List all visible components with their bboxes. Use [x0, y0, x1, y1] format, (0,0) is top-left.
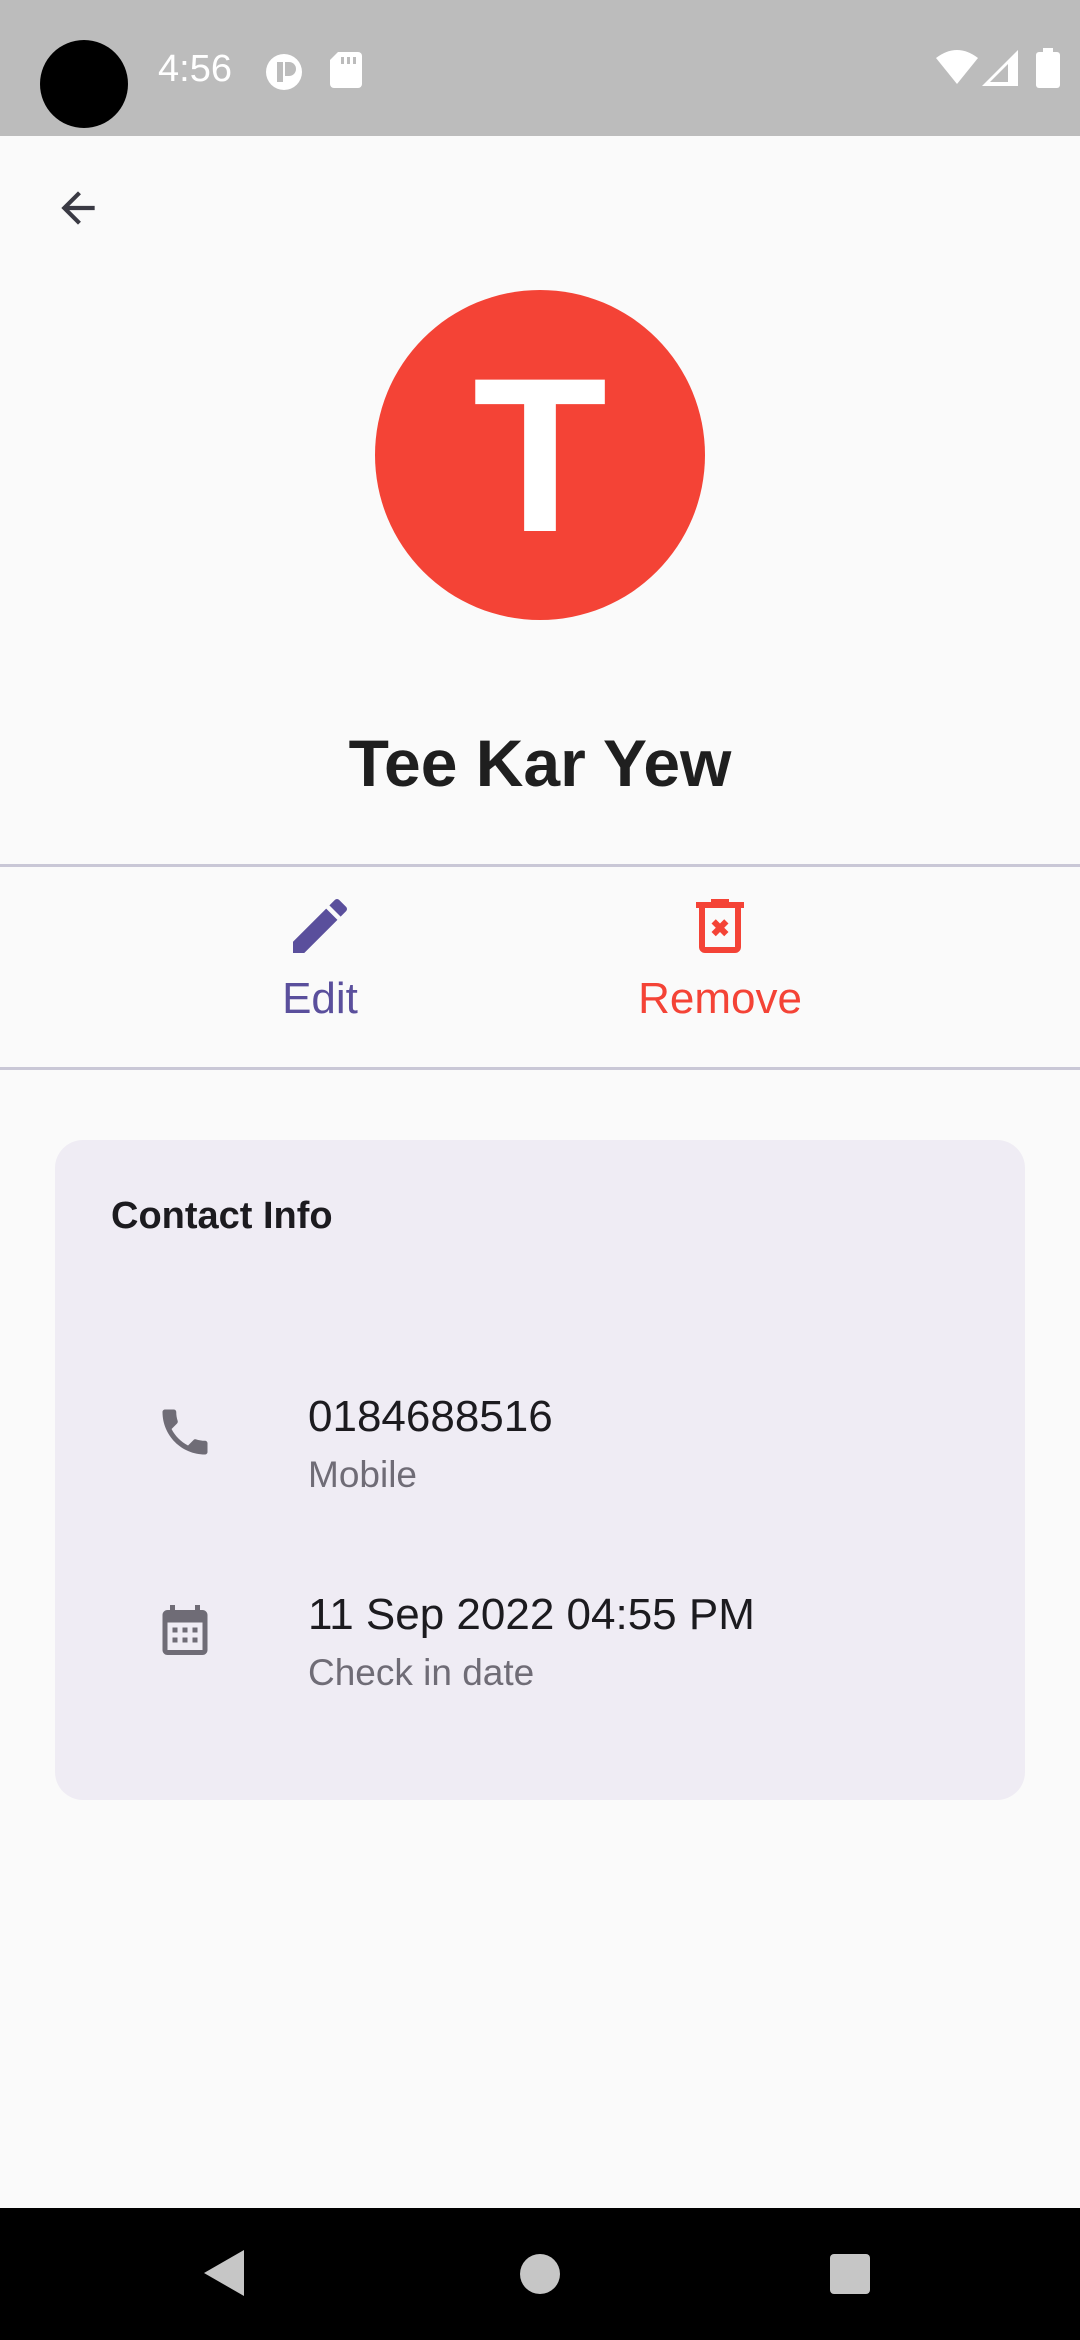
calendar-icon — [162, 1605, 208, 1655]
info-row-phone[interactable]: 0184688516 Mobile — [55, 1392, 1025, 1522]
signal-icon — [982, 50, 1018, 91]
checkin-label: Check in date — [308, 1652, 535, 1693]
info-row-checkin[interactable]: 11 Sep 2022 04:55 PM Check in date — [55, 1590, 1025, 1720]
sd-card-icon — [330, 52, 362, 93]
contact-name: Tee Kar Yew — [348, 726, 732, 800]
checkin-value: 11 Sep 2022 04:55 PM — [308, 1590, 755, 1639]
wifi-icon — [936, 50, 978, 89]
delete-icon — [696, 899, 744, 953]
phone-value: 0184688516 — [308, 1392, 553, 1441]
phone-label: Mobile — [308, 1454, 417, 1495]
arrow-back-icon — [61, 191, 95, 225]
avatar: T — [375, 290, 705, 620]
nav-home-icon[interactable] — [518, 2252, 562, 2301]
battery-icon — [1036, 48, 1060, 93]
remove-button[interactable]: Remove — [570, 890, 870, 1060]
contact-info-card: Contact Info 0184688516 Mobile 11 Sep 20… — [55, 1140, 1025, 1800]
edit-button[interactable]: Edit — [170, 890, 470, 1060]
pencil-icon — [293, 898, 348, 953]
status-time: 4:56 — [158, 48, 232, 90]
phone-icon — [162, 1409, 208, 1455]
divider-top — [0, 864, 1080, 867]
nav-back-icon[interactable] — [200, 2248, 246, 2303]
edit-label: Edit — [282, 974, 358, 1023]
back-button[interactable] — [40, 170, 116, 246]
camera-cutout — [40, 40, 128, 128]
system-nav-bar — [0, 2208, 1080, 2340]
divider-bottom — [0, 1067, 1080, 1070]
card-title: Contact Info — [111, 1195, 333, 1237]
nav-recents-icon[interactable] — [830, 2254, 870, 2299]
status-bar: 4:56 — [0, 0, 1080, 136]
remove-label: Remove — [638, 974, 802, 1023]
notification-app-icon — [264, 52, 304, 97]
